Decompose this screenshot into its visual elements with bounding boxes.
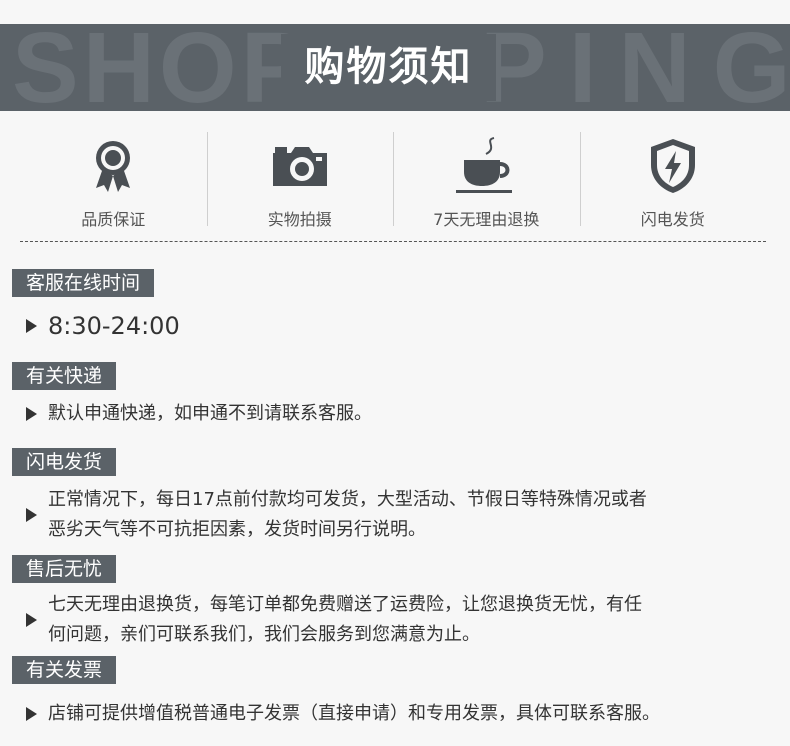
coffee-cup-icon (456, 137, 513, 193)
triangle-bullet-icon (26, 407, 37, 421)
feature-quality: 品质保证 (20, 126, 207, 236)
feature-7day-return: 7天无理由退换 (393, 126, 580, 236)
page-title: 购物须知 (281, 34, 496, 101)
feature-label: 实物拍摄 (267, 210, 332, 229)
section-title-service-hours: 客服在线时间 (12, 269, 155, 297)
after-sales-text-line1: 七天无理由退换货，每笔订单都免费赠送了运费险，让您退换货无忧，有任 (48, 594, 642, 615)
feature-real-photo: 实物拍摄 (206, 126, 394, 236)
shipping-text: 正常情况下，每日17点前付款均可发货，大型活动、节假日等特殊情况或者 恶劣天气等… (48, 485, 647, 545)
feature-strip: 品质保证 实物拍摄 7天无理由退换 闪电发货 (20, 126, 766, 236)
after-sales-text: 七天无理由退换货，每笔订单都免费赠送了运费险，让您退换货无忧，有任 何问题，亲们… (48, 590, 642, 650)
shipping-text-line1: 正常情况下，每日17点前付款均可发货，大型活动、节假日等特殊情况或者 (48, 489, 647, 510)
section-title-fast-shipping: 闪电发货 (12, 448, 117, 476)
feature-label: 品质保证 (81, 210, 146, 229)
service-hours-row: 8:30-24:00 (26, 311, 180, 341)
after-sales-row: 七天无理由退换货，每笔订单都免费赠送了运费险，让您退换货无忧，有任 何问题，亲们… (26, 590, 642, 650)
triangle-bullet-icon (26, 707, 37, 721)
service-hours-text: 8:30-24:00 (48, 312, 180, 340)
shipping-text-line2: 恶劣天气等不可抗拒因素，发货时间另行说明。 (48, 519, 426, 540)
dashed-divider (20, 241, 766, 242)
invoice-text: 店铺可提供增值税普通电子发票（直接申请）和专用发票，具体可联系客服。 (48, 703, 660, 724)
triangle-bullet-icon (26, 319, 37, 333)
lightning-shield-icon (650, 139, 695, 193)
section-title-after-sales: 售后无忧 (12, 555, 117, 583)
feature-label: 闪电发货 (640, 210, 705, 229)
section-title-express: 有关快递 (12, 362, 117, 390)
header-banner: SHOP PING 购物须知 (0, 24, 790, 111)
ribbon-medal-icon (96, 141, 131, 192)
express-row: 默认申通快递，如申通不到请联系客服。 (26, 399, 372, 429)
triangle-bullet-icon (26, 508, 37, 522)
invoice-row: 店铺可提供增值税普通电子发票（直接申请）和专用发票，具体可联系客服。 (26, 699, 660, 729)
camera-icon (272, 147, 327, 186)
banner-watermark-right: PING (480, 24, 790, 111)
express-text: 默认申通快递，如申通不到请联系客服。 (48, 403, 372, 424)
triangle-bullet-icon (26, 613, 37, 627)
banner-watermark-left: SHOP (12, 24, 312, 111)
shipping-row: 正常情况下，每日17点前付款均可发货，大型活动、节假日等特殊情况或者 恶劣天气等… (26, 485, 647, 545)
after-sales-text-line2: 何问题，亲们可联系我们，我们会服务到您满意为止。 (48, 624, 480, 645)
feature-label: 7天无理由退换 (433, 210, 540, 229)
section-title-invoice: 有关发票 (12, 656, 117, 684)
feature-fast-shipping: 闪电发货 (579, 126, 767, 236)
